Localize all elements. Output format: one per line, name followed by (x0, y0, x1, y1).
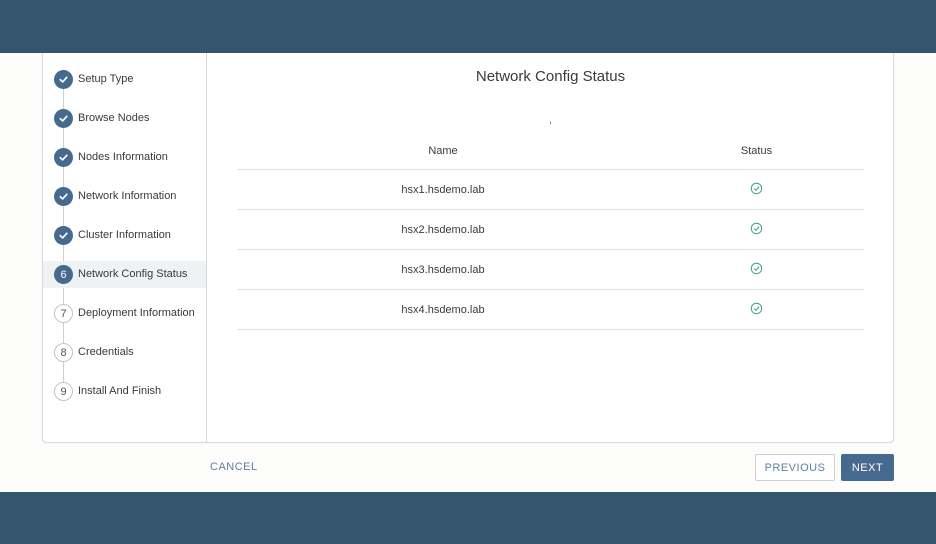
main-content: Network Config Status , Name Status hsx1… (207, 53, 894, 442)
node-name: hsx4.hsdemo.lab (401, 303, 485, 316)
step-label: Nodes Information (78, 151, 168, 163)
step-deployment-information[interactable]: 7 Deployment Information (43, 300, 206, 327)
page-title: Network Config Status (475, 68, 626, 85)
check-icon (54, 70, 73, 89)
check-icon (54, 187, 73, 206)
status-cell (649, 302, 864, 315)
node-name: hsx2.hsdemo.lab (401, 223, 485, 236)
step-label: Credentials (78, 346, 134, 358)
success-check-icon (750, 262, 763, 274)
node-name: hsx3.hsdemo.lab (401, 263, 485, 276)
step-label: Deployment Information (78, 307, 195, 319)
step-label: Network Information (78, 190, 177, 202)
column-header-status: Status (740, 145, 773, 157)
cancel-button[interactable]: CANCEL (210, 461, 258, 473)
table-row: hsx3.hsdemo.lab (237, 250, 864, 290)
step-label: Network Config Status (78, 268, 188, 280)
network-status-table: Name Status hsx1.hsdemo.lab hsx2.hsdemo.… (237, 133, 864, 330)
step-label: Browse Nodes (78, 112, 150, 124)
bottom-app-bar (0, 492, 936, 544)
success-check-icon (750, 302, 763, 314)
check-icon (54, 148, 73, 167)
success-check-icon (750, 222, 763, 234)
step-browse-nodes[interactable]: Browse Nodes (43, 105, 206, 132)
previous-button[interactable]: PREVIOUS (755, 454, 835, 481)
step-nodes-information[interactable]: Nodes Information (43, 144, 206, 171)
table-row: hsx4.hsdemo.lab (237, 290, 864, 330)
status-note: , (549, 115, 552, 126)
step-number-badge: 9 (54, 382, 73, 401)
step-credentials[interactable]: 8 Credentials (43, 339, 206, 366)
check-icon (54, 226, 73, 245)
table-row: hsx1.hsdemo.lab (237, 170, 864, 210)
status-cell (649, 262, 864, 275)
wizard-card: Setup Type Browse Nodes Nodes Informatio… (42, 53, 894, 443)
node-name: hsx1.hsdemo.lab (401, 183, 485, 196)
table-header: Name Status (237, 133, 864, 170)
step-number-badge: 7 (54, 304, 73, 323)
column-header-name: Name (428, 145, 458, 157)
table-row: hsx2.hsdemo.lab (237, 210, 864, 250)
wizard-steps-sidebar: Setup Type Browse Nodes Nodes Informatio… (43, 53, 207, 442)
status-cell (649, 182, 864, 195)
top-app-bar (0, 0, 936, 53)
step-setup-type[interactable]: Setup Type (43, 66, 206, 93)
step-network-config-status[interactable]: 6 Network Config Status (43, 261, 206, 288)
next-button[interactable]: NEXT (841, 454, 894, 481)
step-number-badge: 8 (54, 343, 73, 362)
step-label: Cluster Information (78, 229, 171, 241)
step-number-badge: 6 (54, 265, 73, 284)
step-install-and-finish[interactable]: 9 Install And Finish (43, 378, 206, 405)
step-label: Setup Type (78, 73, 134, 85)
success-check-icon (750, 182, 763, 194)
status-cell (649, 222, 864, 235)
check-icon (54, 109, 73, 128)
step-cluster-information[interactable]: Cluster Information (43, 222, 206, 249)
step-label: Install And Finish (78, 385, 162, 397)
step-network-information[interactable]: Network Information (43, 183, 206, 210)
